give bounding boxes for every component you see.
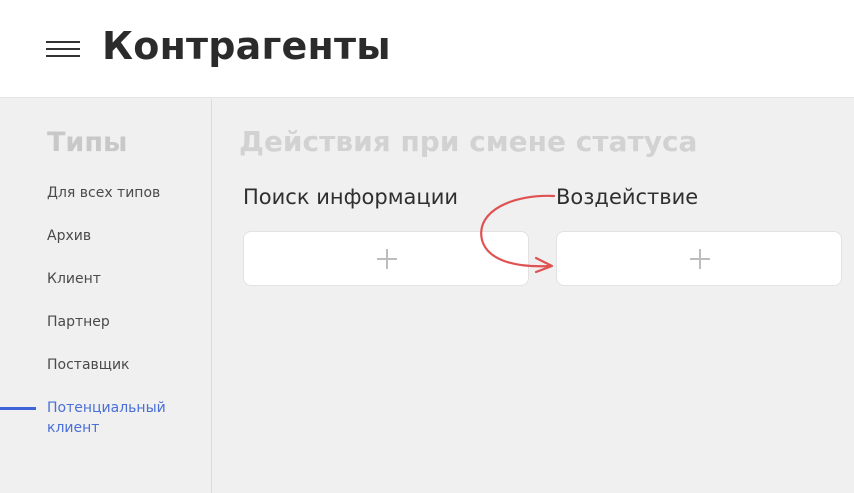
sidebar-item-partner[interactable]: Партнер [0,312,211,355]
hamburger-line [46,41,80,43]
types-sidebar: Типы Для всех типов Архив Клиент Партнер… [0,99,212,493]
add-action-button[interactable] [243,231,529,286]
hamburger-line [46,48,80,50]
sidebar-item-potential-client[interactable]: Потенциальный клиент [0,398,211,441]
column-title: Поиск информации [243,185,459,209]
section-title: Действия при смене статуса [239,125,698,158]
plus-icon [690,249,710,269]
sidebar-item-label: Для всех типов [47,185,161,201]
sidebar-item-label: Архив [47,228,92,244]
column-info-search: Поиск информации [243,185,530,286]
sidebar-item-label: Поставщик [47,357,130,373]
sidebar-item-archive[interactable]: Архив [0,226,211,269]
sidebar-item-label: Потенциальный клиент [47,400,166,436]
sidebar-title: Типы [47,127,128,158]
page-title: Контрагенты [102,24,391,68]
sidebar-list: Для всех типов Архив Клиент Партнер Пост… [0,183,211,441]
app-header: Контрагенты [0,0,854,98]
hamburger-line [46,55,80,57]
sidebar-item-label: Партнер [47,314,110,330]
column-title: Воздействие [556,185,699,209]
sidebar-item-label: Клиент [47,271,101,287]
main-content: Действия при смене статуса Поиск информа… [212,99,854,493]
sidebar-item-supplier[interactable]: Поставщик [0,355,211,398]
column-impact: Воздействие [556,185,843,286]
plus-icon [377,249,397,269]
sidebar-item-client[interactable]: Клиент [0,269,211,312]
sidebar-item-all-types[interactable]: Для всех типов [0,183,211,226]
add-action-button[interactable] [556,231,842,286]
hamburger-icon[interactable] [46,40,80,58]
